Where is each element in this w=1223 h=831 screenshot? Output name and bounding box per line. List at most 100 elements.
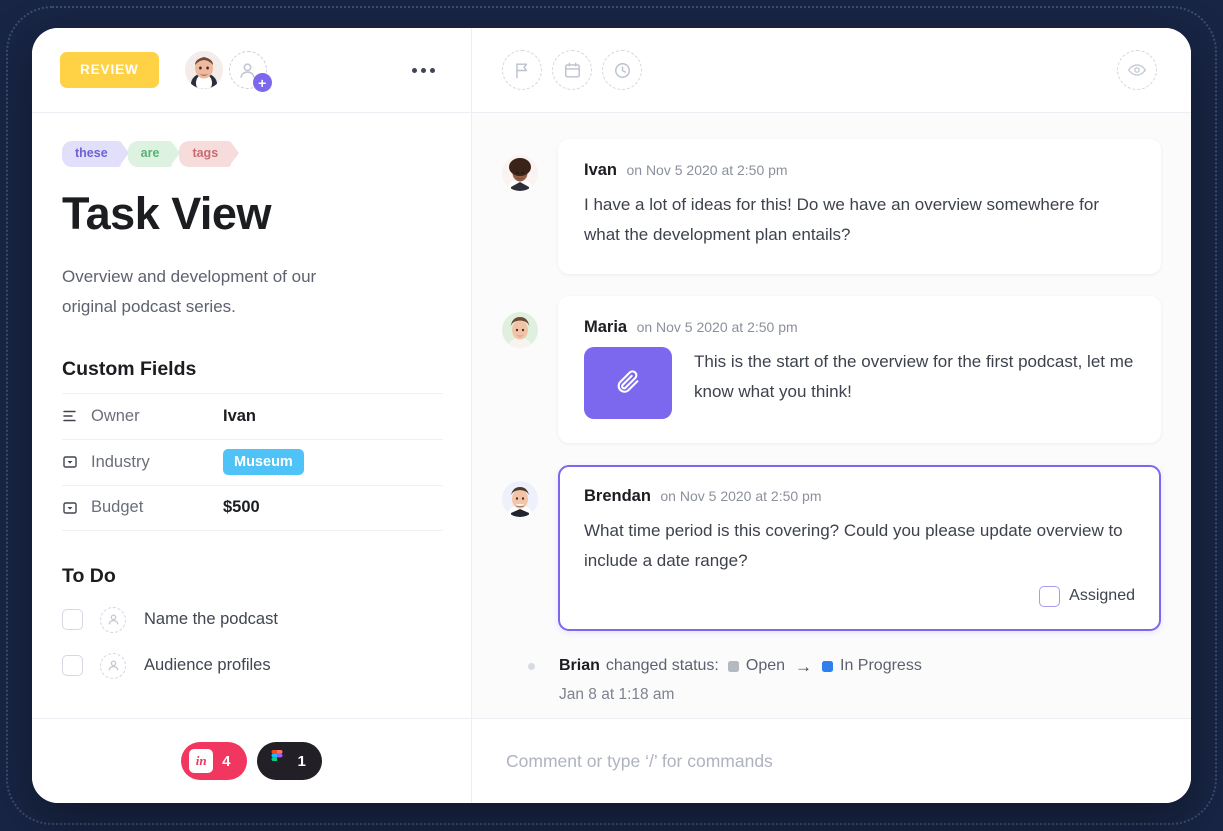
status-dot-in-progress	[822, 660, 834, 672]
assigned-control[interactable]: Assigned	[584, 585, 1135, 607]
tag-these[interactable]: these	[62, 141, 129, 167]
comment-text: What time period is this covering? Could…	[584, 520, 1123, 570]
dropdown-icon	[62, 500, 78, 516]
status-change-actor: Brian	[559, 657, 600, 675]
comment-text: This is the start of the overview for th…	[694, 351, 1134, 401]
comment-item: Maria on Nov 5 2020 at 2:50 pm This is t…	[502, 295, 1161, 443]
comment-text: I have a lot of ideas for this! Do we ha…	[584, 195, 1099, 244]
paperclip-icon[interactable]	[584, 346, 672, 419]
integration-count-invision: 4	[222, 752, 231, 770]
activity-toolbar	[472, 28, 1191, 113]
add-assignee-button[interactable]: +	[228, 51, 272, 92]
comment-input[interactable]	[506, 750, 1157, 772]
comment-timestamp: on Nov 5 2020 at 2:50 pm	[636, 318, 798, 335]
invision-icon: in	[189, 749, 214, 773]
ellipsis-dot	[430, 67, 435, 73]
todo-checkbox[interactable]	[62, 609, 83, 631]
more-options-button[interactable]	[404, 60, 443, 81]
eye-icon[interactable]	[1117, 50, 1157, 90]
comment-timestamp: on Nov 5 2020 at 2:50 pm	[626, 162, 788, 178]
text-lines-icon	[62, 408, 78, 424]
ellipsis-dot	[412, 67, 417, 73]
tag-list: these are tags	[62, 141, 443, 167]
status-change-body: Brian changed status: Open → In Progress…	[559, 653, 922, 704]
field-value-owner: Ivan	[223, 406, 257, 425]
assigned-checkbox[interactable]	[1039, 585, 1061, 607]
field-label-owner: Owner	[91, 406, 140, 425]
status-badge-review[interactable]: REVIEW	[60, 52, 159, 88]
avatar-assignee[interactable]	[184, 51, 223, 89]
avatar-photo-icon	[502, 311, 538, 348]
task-header: REVIEW +	[32, 28, 471, 113]
status-to: In Progress	[840, 657, 922, 675]
field-value-industry[interactable]: Museum	[223, 449, 304, 476]
avatar-photo-icon	[502, 480, 538, 517]
comment-item: Ivan on Nov 5 2020 at 2:50 pm I have a l…	[502, 139, 1161, 274]
tag-tags[interactable]: tags	[179, 141, 239, 167]
assignees-group: +	[184, 51, 272, 92]
todo-assignee-icon[interactable]	[100, 652, 126, 679]
comment-attachment-row: This is the start of the overview for th…	[584, 346, 1135, 419]
status-from: Open	[745, 657, 786, 675]
todo-list: Name the podcast Audience profiles	[62, 600, 443, 686]
task-body: these are tags Task View Overview and de…	[32, 113, 471, 718]
todo-assignee-icon[interactable]	[100, 606, 126, 633]
status-change-entry: Brian changed status: Open → In Progress…	[502, 653, 1161, 704]
status-change-date: Jan 8 at 1:18 am	[559, 685, 675, 703]
custom-fields-heading: Custom Fields	[62, 357, 197, 380]
avatar-photo-icon	[502, 155, 538, 191]
assigned-label: Assigned	[1069, 587, 1135, 605]
plus-icon: +	[252, 73, 272, 92]
comment-author: Maria	[584, 317, 628, 336]
field-label-budget: Budget	[91, 498, 144, 517]
field-label-industry: Industry	[91, 452, 150, 471]
todo-heading: To Do	[62, 564, 116, 587]
status-change-text: Brian changed status: Open → In Progress	[559, 653, 922, 680]
comment-meta: Ivan on Nov 5 2020 at 2:50 pm	[584, 161, 1135, 180]
comment-timestamp: on Nov 5 2020 at 2:50 pm	[660, 487, 822, 504]
field-row-owner[interactable]: Owner Ivan	[62, 392, 443, 439]
page-title: Task View	[62, 187, 271, 239]
comment-composer[interactable]	[472, 718, 1191, 803]
avatar[interactable]	[502, 480, 538, 517]
comment-list: Ivan on Nov 5 2020 at 2:50 pm I have a l…	[472, 113, 1191, 718]
comment-item: Brendan on Nov 5 2020 at 2:50 pm What ti…	[502, 464, 1161, 631]
comment-bubble: Ivan on Nov 5 2020 at 2:50 pm I have a l…	[558, 139, 1161, 274]
avatar[interactable]	[502, 155, 538, 191]
todo-label: Name the podcast	[144, 610, 278, 629]
status-dot-open	[727, 660, 739, 672]
tag-are[interactable]: are	[127, 141, 181, 167]
task-description: Overview and development of our original…	[62, 267, 317, 316]
todo-checkbox[interactable]	[62, 655, 83, 677]
flag-icon[interactable]	[502, 50, 542, 90]
comment-author: Brendan	[584, 486, 651, 505]
integration-count-figma: 1	[297, 752, 306, 770]
arrow-icon: →	[795, 656, 813, 676]
ellipsis-dot	[421, 67, 426, 73]
clock-icon[interactable]	[602, 50, 642, 90]
todo-label: Audience profiles	[144, 656, 271, 675]
avatar-photo-icon	[184, 51, 223, 89]
comment-author: Ivan	[584, 161, 618, 179]
field-row-budget[interactable]: Budget $500	[62, 484, 443, 531]
activity-panel: Ivan on Nov 5 2020 at 2:50 pm I have a l…	[472, 28, 1191, 803]
comment-bubble-highlighted: Brendan on Nov 5 2020 at 2:50 pm What ti…	[558, 464, 1161, 631]
activity-dot-icon	[528, 662, 535, 670]
integrations-bar: in 4 1	[32, 718, 471, 803]
integration-badge-invision[interactable]: in 4	[181, 742, 247, 780]
list-item[interactable]: Name the podcast	[62, 600, 443, 640]
integration-badge-figma[interactable]: 1	[256, 742, 322, 780]
list-item[interactable]: Audience profiles	[62, 646, 443, 686]
status-change-action: changed status:	[605, 657, 719, 675]
comment-meta: Maria on Nov 5 2020 at 2:50 pm	[584, 318, 1135, 337]
avatar[interactable]	[502, 311, 538, 348]
task-details-panel: REVIEW + these are tags Task View Overvi…	[32, 28, 472, 803]
comment-meta: Brendan on Nov 5 2020 at 2:50 pm	[584, 487, 1135, 506]
comment-bubble: Maria on Nov 5 2020 at 2:50 pm This is t…	[558, 295, 1161, 443]
field-row-industry[interactable]: Industry Museum	[62, 438, 443, 485]
custom-fields-list: Owner Ivan Industry Museum Budget $500	[62, 392, 443, 531]
task-view-window: REVIEW + these are tags Task View Overvi…	[32, 28, 1191, 803]
figma-icon	[265, 749, 289, 773]
field-value-budget: $500	[223, 498, 260, 517]
calendar-icon[interactable]	[552, 50, 592, 90]
